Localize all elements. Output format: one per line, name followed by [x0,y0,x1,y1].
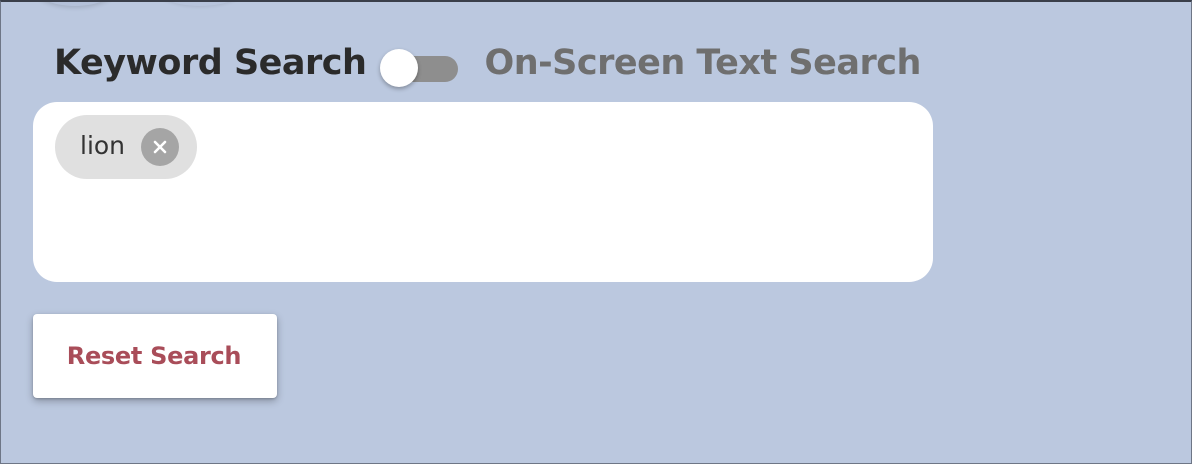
close-icon [153,140,167,154]
top-decorative-shape-right [150,0,250,6]
reset-search-label: Reset Search [66,342,242,370]
onscreen-text-search-label[interactable]: On-Screen Text Search [484,45,921,81]
search-mode-toggle[interactable] [380,43,462,87]
reset-search-button[interactable]: Reset Search [33,314,277,398]
keyword-chip-label: lion [80,131,126,160]
top-decorative-shape-left [30,0,120,6]
keyword-search-label[interactable]: Keyword Search [54,45,367,81]
keyword-chip: lion [55,115,198,179]
close-circle-icon[interactable] [141,128,180,166]
search-mode-switcher: Keyword Search On-Screen Text Search [54,38,921,88]
keyword-search-input[interactable]: lion [33,102,933,282]
